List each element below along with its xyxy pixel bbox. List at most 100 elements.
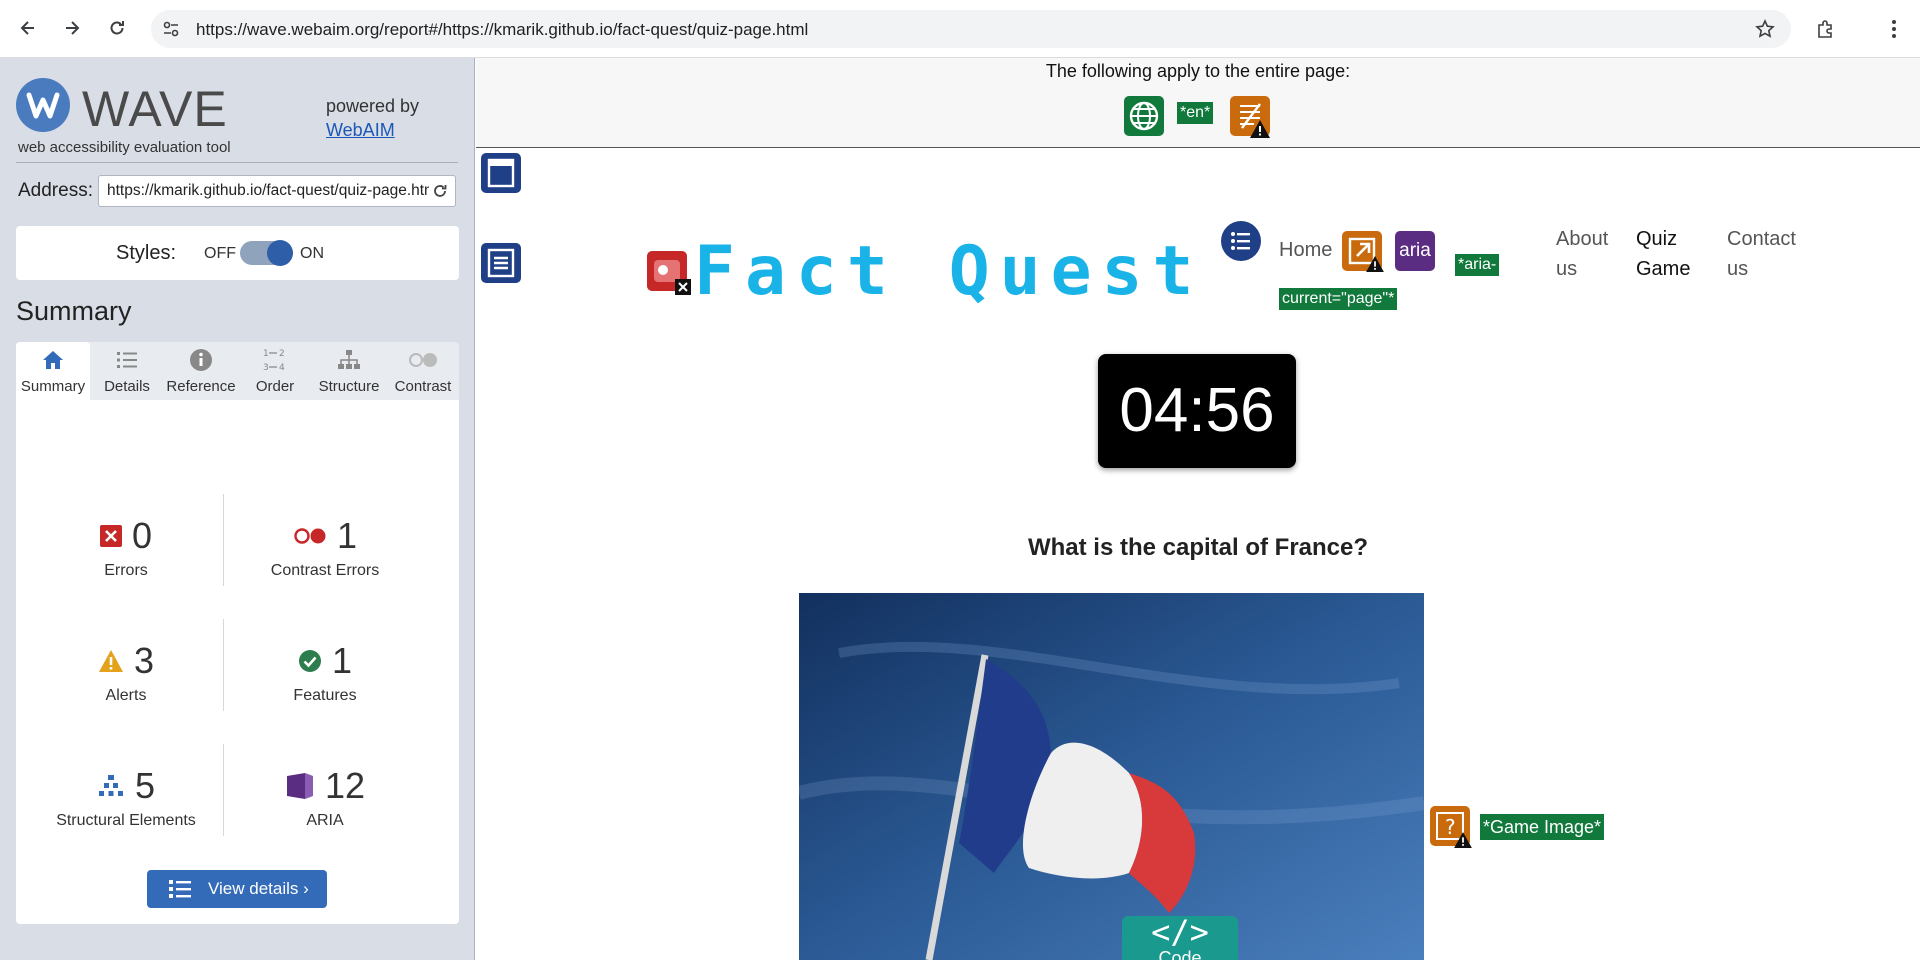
aria-badge[interactable]: aria [1395, 231, 1435, 271]
report-viewport: The following apply to the entire page: … [476, 58, 1920, 960]
flag-photo [799, 593, 1424, 960]
view-details-label: View details › [208, 879, 309, 898]
features-count: 1 [331, 640, 353, 681]
aria-current-tag-box: *aria- current="page"* [1279, 254, 1500, 358]
tab-order[interactable]: 1234 Order [238, 342, 312, 400]
address-reload-icon[interactable] [431, 182, 449, 200]
page-level-banner: The following apply to the entire page: … [476, 58, 1920, 148]
aria-stat[interactable]: 12 ARIA [225, 765, 425, 830]
order-icon: 1 23 4 [263, 349, 285, 373]
image-alt-tag: *Game Image* [1480, 814, 1605, 840]
styles-off-label: OFF [204, 245, 236, 262]
alert-warning-icon [1366, 256, 1384, 272]
code-label: Code [1158, 948, 1202, 960]
svg-text:2: 2 [279, 349, 285, 359]
browser-toolbar: https://wave.webaim.org/report#/https://… [0, 0, 1920, 58]
site-title: Fact Quest [694, 232, 1204, 311]
structural-count: 5 [134, 765, 156, 806]
webaim-link[interactable]: WebAIM [326, 120, 395, 140]
contrast-errors-count: 1 [336, 515, 358, 556]
back-button[interactable] [12, 12, 44, 44]
tab-summary[interactable]: Summary [16, 342, 90, 400]
language-tag: *en* [1177, 102, 1214, 124]
tab-contrast[interactable]: Contrast [386, 342, 460, 400]
error-x-icon [675, 279, 691, 295]
list-icon [117, 352, 137, 368]
tab-label: Summary [20, 378, 86, 395]
code-icon: </> [1151, 913, 1209, 951]
tab-bar: Summary Details Reference 1234 Order Str… [16, 342, 459, 400]
forward-button[interactable] [56, 12, 88, 44]
bookmark-star-icon[interactable] [1753, 17, 1777, 41]
tab-label: Contrast [394, 378, 452, 395]
header-region-icon[interactable] [481, 153, 521, 193]
tab-label: Reference [166, 378, 236, 395]
tab-reference[interactable]: Reference [164, 342, 238, 400]
structure-icon [338, 350, 360, 369]
address-input[interactable]: https://kmarik.github.io/fact-quest/quiz… [98, 175, 456, 207]
site-settings-icon[interactable] [159, 17, 183, 41]
svg-text:3: 3 [263, 363, 269, 373]
toggle-knob[interactable] [267, 240, 293, 266]
svg-text:4: 4 [279, 363, 285, 373]
france-flag-image [799, 593, 1424, 960]
info-icon [190, 349, 212, 371]
summary-panel: 0 Errors 1 Contrast Errors 3 Alerts 1 Fe… [16, 400, 459, 924]
extensions-icon[interactable] [1812, 15, 1840, 43]
aria-label: ARIA [306, 812, 344, 829]
structure-icon [98, 775, 123, 796]
aria-current-tag-line2: current="page"* [1279, 288, 1398, 310]
tab-structure[interactable]: Structure [312, 342, 386, 400]
tab-label: Details [104, 378, 150, 395]
reload-icon [110, 21, 124, 35]
aria-current-tag-line1: *aria- [1455, 254, 1500, 276]
tab-label: Order [255, 378, 295, 395]
nav-contact-link[interactable]: Contact us [1727, 224, 1817, 284]
nav-home-link[interactable]: Home [1279, 235, 1332, 265]
contrast-icon [409, 353, 437, 367]
styles-label: Styles: [116, 242, 177, 264]
structural-label: Structural Elements [56, 812, 196, 829]
alerts-stat[interactable]: 3 Alerts [26, 640, 226, 705]
quiz-question: What is the capital of France? [1027, 534, 1369, 561]
reload-button[interactable] [101, 12, 133, 44]
features-stat[interactable]: 1 Features [225, 640, 425, 705]
banner-text: The following apply to the entire page: [1045, 61, 1351, 81]
alert-warning-icon [1250, 120, 1270, 138]
features-label: Features [293, 687, 357, 704]
errors-count: 0 [131, 515, 153, 556]
alerts-label: Alerts [105, 687, 147, 704]
language-globe-icon[interactable] [1124, 96, 1164, 136]
back-arrow-icon [20, 21, 34, 35]
contrast-errors-stat[interactable]: 1 Contrast Errors [225, 515, 425, 580]
url-text[interactable]: https://wave.webaim.org/report#/https://… [196, 20, 808, 40]
nav-quiz-link[interactable]: Quiz Game [1636, 224, 1706, 284]
browser-menu-icon[interactable] [1880, 15, 1908, 43]
errors-stat[interactable]: 0 Errors [26, 515, 226, 580]
tab-details[interactable]: Details [90, 342, 164, 400]
error-icon [99, 525, 122, 547]
contrast-errors-label: Contrast Errors [270, 562, 380, 579]
styles-toggle-panel: Styles: OFF ON [16, 226, 459, 280]
wave-subtitle: web accessibility evaluation tool [18, 139, 231, 156]
address-value[interactable]: https://kmarik.github.io/fact-quest/quiz… [107, 182, 429, 200]
address-bar[interactable]: https://wave.webaim.org/report#/https://… [151, 10, 1791, 48]
feature-check-icon [298, 650, 321, 672]
list-structure-icon[interactable] [1221, 221, 1261, 261]
structural-stat[interactable]: 5 Structural Elements [26, 765, 226, 830]
aria-icon [286, 773, 313, 799]
wave-sidebar: WAVE web accessibility evaluation tool p… [0, 58, 475, 960]
code-toggle-button[interactable]: </> Code [1122, 916, 1238, 960]
svg-text:1: 1 [263, 349, 269, 359]
styles-toggle[interactable] [240, 240, 293, 266]
wave-logo-icon [16, 78, 70, 132]
address-label: Address: [18, 180, 93, 201]
countdown-timer: 04:56 [1098, 354, 1296, 468]
home-icon [43, 351, 63, 369]
alert-warning-icon [1454, 832, 1472, 848]
view-details-button[interactable]: View details › [147, 870, 327, 908]
divider [16, 162, 458, 163]
nav-about-link[interactable]: About us [1556, 224, 1626, 284]
forward-arrow-icon [66, 21, 80, 35]
navigation-region-icon[interactable] [481, 243, 521, 283]
